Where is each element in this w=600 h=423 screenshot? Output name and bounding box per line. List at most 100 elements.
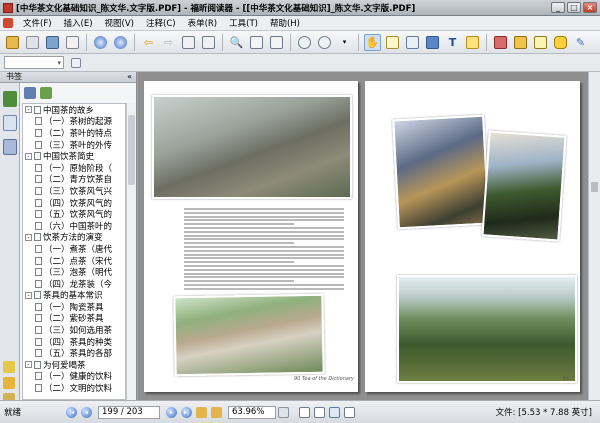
forward-icon[interactable] — [211, 406, 222, 418]
bookmark-page-icon — [35, 337, 42, 346]
bookmark-item[interactable]: （二）点茶（宋代 — [23, 255, 125, 267]
open-icon[interactable] — [4, 34, 21, 51]
last-page-icon[interactable] — [112, 34, 129, 51]
bookmark-item[interactable]: （五）茶具的各部 — [23, 347, 125, 359]
highlight-icon[interactable] — [424, 34, 441, 51]
document-scrollbar[interactable] — [588, 72, 600, 400]
hand-tool-icon[interactable]: ✋ — [364, 33, 381, 51]
bookmark-item[interactable]: - 为何爱喝茶 — [23, 359, 125, 371]
save-icon[interactable] — [24, 34, 41, 51]
bookmark-label: （一）原始阶段（ — [44, 163, 113, 174]
toolbar-separator — [222, 33, 223, 51]
document-scroll-thumb[interactable] — [591, 182, 598, 192]
zoom-icon[interactable]: 🔍 — [228, 34, 245, 51]
bookmark-item[interactable]: （六）中国茶叶的 — [23, 220, 125, 232]
sidebar-scrollbar[interactable] — [126, 103, 136, 400]
bookmark-item[interactable]: （四）饮茶风气的 — [23, 197, 125, 209]
forward-arrow-icon[interactable]: ⇨ — [160, 34, 177, 51]
bookmark-item[interactable]: （一）原始阶段（ — [23, 162, 125, 174]
bookmark-item[interactable]: - 中国饮茶简史 — [23, 150, 125, 162]
comments-icon[interactable] — [3, 377, 15, 389]
pages-tab-icon[interactable] — [3, 115, 17, 131]
maximize-button[interactable]: □ — [567, 2, 581, 13]
menu-view[interactable]: 视图(V) — [99, 17, 140, 29]
pencil-icon[interactable]: ✎ — [572, 34, 589, 51]
find-icon[interactable] — [67, 54, 84, 71]
expand-toggle-icon[interactable]: - — [25, 361, 32, 369]
fit-width-icon[interactable] — [268, 34, 285, 51]
bookmark-item[interactable]: （二）紫砂茶具 — [23, 313, 125, 324]
expand-toggle-icon[interactable]: - — [25, 233, 32, 241]
bookmark-item[interactable]: （一）煮茶（唐代 — [23, 243, 125, 255]
zoom-out-icon[interactable] — [296, 34, 313, 51]
expand-toggle-icon[interactable]: - — [25, 152, 32, 160]
minimize-button[interactable]: _ — [551, 2, 565, 13]
next-page-button[interactable]: ▸ — [166, 406, 177, 418]
new-bookmark-icon[interactable] — [40, 87, 52, 99]
zoom-in-icon[interactable] — [316, 34, 333, 51]
continuous-facing-icon[interactable] — [344, 406, 355, 418]
layers-tab-icon[interactable] — [3, 139, 17, 155]
bookmark-item[interactable]: （三）茶叶的外传 — [23, 139, 125, 151]
tool-dropdown[interactable]: ▾ — [4, 56, 64, 69]
layout-icon[interactable] — [200, 34, 217, 51]
zoom-dropdown-icon[interactable]: ▾ — [336, 34, 353, 51]
scroll-thumb[interactable] — [128, 115, 135, 185]
page-number-field[interactable]: 199 / 203 — [98, 405, 160, 419]
bookmark-item[interactable]: （三）饮茶风气兴 — [23, 185, 125, 197]
fit-page-icon[interactable] — [248, 34, 265, 51]
collapse-sidebar-button[interactable]: « — [127, 72, 132, 82]
sidebar-tabs — [0, 83, 20, 405]
bookmark-item[interactable]: （一）陶瓷茶具 — [23, 301, 125, 313]
textbox-icon[interactable] — [532, 34, 549, 51]
stamp-icon[interactable] — [492, 34, 509, 51]
bookmark-item[interactable]: （三）如何选用茶 — [23, 324, 125, 336]
menu-insert[interactable]: 插入(E) — [58, 17, 99, 29]
expand-toggle-icon[interactable]: - — [25, 291, 32, 299]
menu-form[interactable]: 表单(R) — [182, 17, 224, 29]
document-view[interactable]: 90 Tea of the Dictionary 91 — [138, 72, 600, 400]
edit-icon[interactable] — [512, 34, 529, 51]
bookmark-item[interactable]: - 茶具的基本常识 — [23, 290, 125, 301]
back-icon[interactable] — [196, 406, 207, 418]
snapshot-icon[interactable] — [404, 34, 421, 51]
close-button[interactable]: × — [583, 2, 597, 13]
facing-icon[interactable] — [329, 406, 340, 418]
back-arrow-icon[interactable]: ⇦ — [140, 34, 157, 51]
delete-bookmark-icon[interactable] — [24, 87, 36, 99]
menu-help[interactable]: 帮助(H) — [264, 17, 306, 29]
expand-toggle-icon[interactable]: - — [25, 106, 32, 114]
note-icon[interactable] — [464, 34, 481, 51]
email-icon[interactable] — [64, 34, 81, 51]
bookmark-item[interactable]: （五）饮茶风气的 — [23, 208, 125, 220]
continuous-icon[interactable] — [314, 406, 325, 418]
typewriter-icon[interactable]: T — [444, 34, 461, 51]
text-line — [184, 211, 344, 214]
attachment-icon[interactable] — [3, 361, 15, 373]
bookmark-item[interactable]: （一）健康的饮料 — [23, 371, 125, 382]
last-page-button[interactable]: ▸| — [181, 406, 192, 418]
menu-tools[interactable]: 工具(T) — [223, 17, 264, 29]
bookmark-item[interactable]: - 中国茶的故乡 — [23, 104, 125, 116]
zoom-dropdown-icon[interactable] — [278, 406, 289, 418]
single-page-icon[interactable] — [299, 406, 310, 418]
zoom-field[interactable]: 63.96% — [228, 405, 276, 419]
print-icon[interactable] — [44, 34, 61, 51]
select-text-icon[interactable] — [384, 34, 401, 51]
bookmark-item[interactable]: （四）茶具的种类 — [23, 336, 125, 348]
bookmark-item[interactable]: （二）文明的饮料 — [23, 382, 125, 394]
previous-page-button[interactable]: ◂ — [81, 406, 92, 418]
first-page-button[interactable]: |◂ — [66, 406, 77, 418]
menu-comment[interactable]: 注释(C) — [140, 17, 182, 29]
rotate-icon[interactable] — [180, 34, 197, 51]
bookmark-item[interactable]: （二）青方饮茶自 — [23, 174, 125, 185]
bookmark-item[interactable]: （三）泡茶（明代 — [23, 266, 125, 278]
menu-file[interactable]: 文件(F) — [17, 17, 58, 29]
document-menu-icon[interactable] — [3, 18, 13, 28]
comment-icon[interactable] — [552, 34, 569, 51]
first-page-icon[interactable] — [92, 34, 109, 51]
bookmark-item[interactable]: （一）茶树的起源 — [23, 116, 125, 127]
bookmark-item[interactable]: - 饮茶方法的演变 — [23, 232, 125, 243]
bookmark-item[interactable]: （四）龙茶装（今 — [23, 278, 125, 290]
bookmark-item[interactable]: （二）茶叶的特点 — [23, 127, 125, 139]
